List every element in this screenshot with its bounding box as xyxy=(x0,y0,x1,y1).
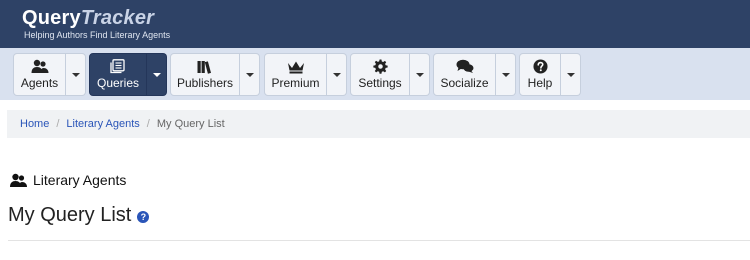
nav-group-premium: Premium xyxy=(264,53,347,96)
nav-group-socialize: Socialize xyxy=(433,53,516,96)
users-icon xyxy=(31,59,48,73)
page-title-text: My Query List xyxy=(8,204,132,226)
section-label: Literary Agents xyxy=(9,172,126,188)
breadcrumb: Home / Literary Agents / My Query List xyxy=(7,110,750,138)
nav-publishers-button[interactable]: Publishers xyxy=(170,53,240,96)
divider xyxy=(8,240,750,241)
nav-label: Help xyxy=(527,76,553,90)
nav-help-button[interactable]: Help xyxy=(519,53,561,96)
site-header: QueryTracker Helping Authors Find Litera… xyxy=(0,0,750,48)
nav-label: Agents xyxy=(20,76,59,90)
nav-label: Socialize xyxy=(440,76,489,90)
nav-help-dropdown[interactable] xyxy=(561,53,581,96)
breadcrumb-separator: / xyxy=(56,118,60,130)
nav-label: Settings xyxy=(358,76,402,90)
gear-icon xyxy=(372,59,388,74)
page-title: My Query List ? xyxy=(8,204,150,227)
nav-agents-button[interactable]: Agents xyxy=(13,53,66,96)
nav-agents-dropdown[interactable] xyxy=(66,53,86,96)
nav-group-queries: Queries xyxy=(89,53,167,96)
breadcrumb-separator: / xyxy=(146,118,150,130)
chevron-down-icon xyxy=(415,72,424,77)
nav-premium-dropdown[interactable] xyxy=(327,53,347,96)
nav-label: Publishers xyxy=(176,75,234,90)
chevron-down-icon xyxy=(332,72,341,77)
nav-settings-button[interactable]: Settings xyxy=(350,53,410,96)
users-icon xyxy=(10,173,27,187)
chevron-down-icon xyxy=(71,72,80,77)
question-icon xyxy=(532,59,548,74)
section-label-text: Literary Agents xyxy=(33,172,127,188)
nav-group-settings: Settings xyxy=(350,53,430,96)
nav-label: Premium xyxy=(271,75,320,90)
nav-premium-button[interactable]: Premium xyxy=(264,53,327,96)
chat-icon xyxy=(456,59,473,73)
chevron-down-icon xyxy=(501,72,510,77)
nav-queries-button[interactable]: Queries xyxy=(89,53,147,96)
nav-group-help: Help xyxy=(519,53,581,96)
nav-socialize-button[interactable]: Socialize xyxy=(433,53,496,96)
breadcrumb-home-link[interactable]: Home xyxy=(20,118,49,130)
nav-group-agents: Agents xyxy=(13,53,86,96)
site-logo[interactable]: QueryTracker xyxy=(22,7,154,29)
nav-label: Queries xyxy=(96,76,140,90)
nav-queries-dropdown[interactable] xyxy=(147,53,167,96)
breadcrumb-current: My Query List xyxy=(156,118,225,130)
papers-icon xyxy=(110,59,125,74)
main-nav: Agents Queries Publishers Premium Settin… xyxy=(0,48,750,100)
chevron-down-icon xyxy=(566,72,575,77)
breadcrumb-agents-link[interactable]: Literary Agents xyxy=(66,118,139,130)
nav-group-publishers: Publishers xyxy=(170,53,260,96)
books-icon xyxy=(197,60,212,74)
question-icon[interactable]: ? xyxy=(137,210,150,223)
site-tagline: Helping Authors Find Literary Agents xyxy=(24,30,171,40)
nav-socialize-dropdown[interactable] xyxy=(496,53,516,96)
nav-settings-dropdown[interactable] xyxy=(410,53,430,96)
chevron-down-icon xyxy=(245,72,254,77)
crown-icon xyxy=(287,61,304,73)
nav-publishers-dropdown[interactable] xyxy=(240,53,260,96)
chevron-down-icon xyxy=(152,72,161,77)
